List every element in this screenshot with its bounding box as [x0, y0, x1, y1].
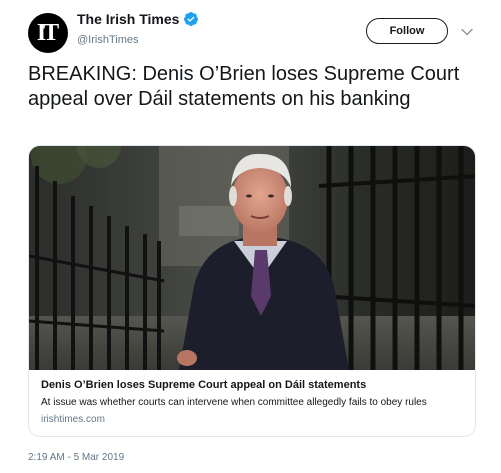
link-card[interactable]: Denis O’Brien loses Supreme Court appeal…: [28, 145, 476, 437]
card-body[interactable]: Denis O’Brien loses Supreme Court appeal…: [29, 370, 475, 436]
follow-button[interactable]: Follow: [366, 18, 448, 44]
tweet-text: BREAKING: Denis O’Brien loses Supreme Co…: [28, 63, 460, 110]
chevron-down-icon[interactable]: [460, 25, 474, 39]
card-image[interactable]: [29, 146, 476, 370]
tweet-header: IT The Irish Times @IrishTimes Follow: [0, 0, 501, 60]
card-description: At issue was whether courts can interven…: [41, 397, 427, 408]
avatar-logo-text: IT: [36, 19, 59, 46]
avatar[interactable]: IT: [28, 13, 68, 53]
timestamp[interactable]: 2:19 AM - 5 Mar 2019: [28, 452, 124, 463]
card-title[interactable]: Denis O’Brien loses Supreme Court appeal…: [41, 378, 465, 393]
handle[interactable]: @IrishTimes: [77, 34, 138, 46]
card-domain: irishtimes.com: [41, 414, 105, 425]
name-row: The Irish Times: [77, 11, 199, 27]
verified-badge-icon: [184, 12, 199, 26]
display-name[interactable]: The Irish Times: [77, 11, 179, 27]
